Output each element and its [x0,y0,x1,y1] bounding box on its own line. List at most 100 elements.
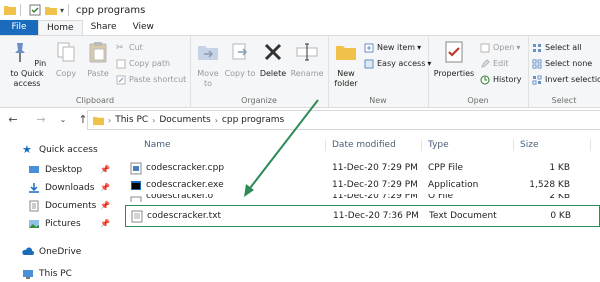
rename-button[interactable]: Rename [290,40,324,79]
select-none-button[interactable]: Select none [532,58,592,70]
open-dropdown-icon: ▾ [516,43,521,52]
open-button[interactable]: Open ▾ [480,42,520,54]
copy-path-label: Copy path [129,59,171,68]
text-file-icon [131,210,143,223]
forward-arrow-icon[interactable]: → [34,113,48,126]
file-row-highlighted[interactable]: codescracker.txt 11-Dec-20 7:36 PM Text … [125,205,600,227]
nav-onedrive[interactable]: OneDrive [22,244,81,260]
edit-button[interactable]: Edit [480,58,509,70]
new-folder-quick-icon[interactable] [45,4,57,16]
cut-button[interactable]: ✂ Cut [116,42,143,54]
select-group-label: Select [551,96,577,105]
move-to-button[interactable]: Move to [192,40,224,89]
copy-to-label: Copy to [224,69,256,78]
column-header-size[interactable]: Size [520,136,538,154]
tab-share[interactable]: Share [83,20,125,35]
history-button[interactable]: History [480,74,521,86]
delete-button[interactable]: Delete [258,40,288,79]
rename-icon [296,43,318,61]
back-arrow-icon[interactable]: ← [6,113,20,126]
column-header-date[interactable]: Date modified [332,136,396,154]
open-label: Open [493,43,515,52]
paste-button[interactable]: Paste [84,40,112,79]
tab-view[interactable]: View [125,20,162,35]
history-label: History [493,75,522,84]
copy-path-button[interactable]: Copy path [116,58,170,70]
folder-icon [4,6,16,15]
address-bar[interactable]: › This PC › Documents › cpp programs [87,110,600,130]
column-divider[interactable] [421,139,422,151]
ribbon-tabs: File Home Share View [0,20,600,35]
select-none-label: Select none [545,59,593,68]
new-folder-icon [336,46,356,60]
file-name: codescracker.exe [146,180,224,190]
nav-item-label: Desktop [45,165,83,175]
breadcrumb-chevron-icon[interactable]: › [215,116,218,125]
pin-icon[interactable]: 📌 [100,165,110,174]
breadcrumb-documents[interactable]: Documents [159,115,210,125]
new-folder-button[interactable]: New folder [330,40,362,89]
paste-shortcut-button[interactable]: Paste shortcut [116,74,186,86]
cloud-icon [22,247,34,255]
nav-this-pc[interactable]: This PC [22,266,72,282]
new-item-icon [364,43,374,53]
select-all-button[interactable]: Select all [532,42,582,54]
breadcrumb-chevron-icon[interactable]: › [152,116,155,125]
new-item-button[interactable]: New item ▾ [364,42,421,54]
column-divider[interactable] [590,139,591,151]
properties-label: Properties [433,69,475,78]
copy-button[interactable]: Copy [52,40,80,79]
column-divider[interactable] [325,139,326,151]
pin-icon[interactable]: 📌 [100,183,110,192]
invert-selection-button[interactable]: Invert selection [532,74,600,86]
invert-selection-icon [532,75,542,85]
properties-button[interactable]: Properties [432,40,476,79]
cpp-file-icon [130,162,142,175]
pin-to-quick-access-button[interactable]: Pin to Quick access [4,40,50,89]
column-divider[interactable] [513,139,514,151]
pin-icon[interactable]: 📌 [100,201,110,210]
recent-locations-icon[interactable]: ⌄ [56,115,70,124]
file-row[interactable]: codescracker.o 11-Dec-20 7:29 PM O File … [125,194,600,202]
nav-item-label: Documents [45,201,97,211]
nav-item-label: Downloads [45,183,95,193]
properties-quick-icon[interactable] [29,4,41,16]
customize-quick-access-icon[interactable]: ▾ [60,6,64,15]
file-size: 2 KB [549,194,570,201]
edit-icon [481,59,490,68]
star-icon: ★ [22,143,32,156]
file-type: Application [428,180,479,190]
move-to-icon [198,46,218,60]
delete-icon [264,43,282,61]
pin-icon[interactable]: 📌 [100,219,110,228]
cut-label: Cut [129,43,143,52]
column-header-name[interactable]: Name [144,136,171,154]
easy-access-icon [364,59,374,69]
window-title: cpp programs [76,4,146,16]
file-row[interactable]: codescracker.exe 11-Dec-20 7:29 PM Appli… [125,177,600,194]
breadcrumb-this-pc[interactable]: This PC [115,115,148,125]
file-row[interactable]: codescracker.cpp 11-Dec-20 7:29 PM CPP F… [125,160,600,177]
select-all-label: Select all [545,43,582,52]
easy-access-button[interactable]: Easy access ▾ [364,58,431,70]
file-icon [130,196,142,202]
copy-icon [57,42,75,62]
tab-file[interactable]: File [0,20,38,35]
file-size: 1 KB [549,163,570,173]
file-date: 11-Dec-20 7:29 PM [332,194,418,201]
paste-shortcut-icon [116,75,126,85]
clipboard-group: Pin to Quick access Copy Paste ✂ Cut Cop… [0,36,191,107]
file-type: Text Document [429,211,497,221]
nav-item-label: Pictures [45,219,81,229]
copy-to-button[interactable]: Copy to [224,40,256,79]
column-header-type[interactable]: Type [428,136,449,154]
breadcrumb-cpp-programs[interactable]: cpp programs [222,115,284,125]
nav-quick-access[interactable]: ★ Quick access [22,142,98,158]
move-to-label: Move to [197,69,219,88]
file-size: 1,528 KB [529,180,570,190]
desktop-icon [29,166,39,173]
documents-icon [29,200,39,212]
breadcrumb-chevron-icon[interactable]: › [108,116,111,125]
tab-home[interactable]: Home [38,20,83,35]
open-group: Properties Open ▾ Edit History Open [428,36,529,107]
